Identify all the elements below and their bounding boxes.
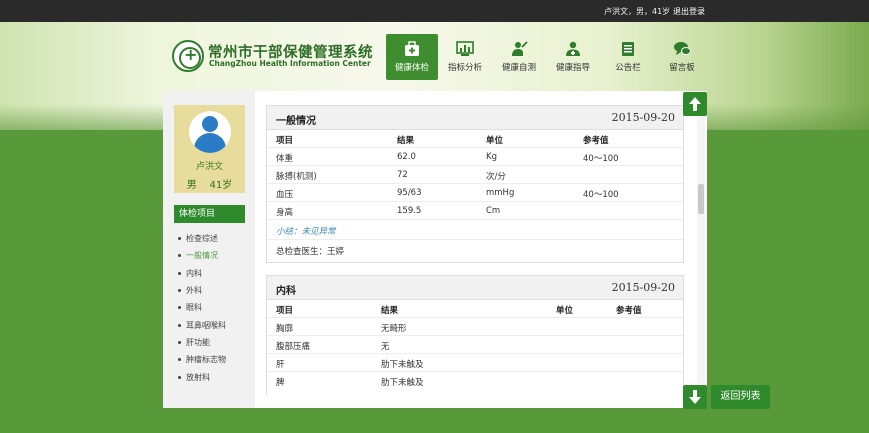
scroll-up-button[interactable] [683,92,707,116]
section-date: 2015-09-20 [611,111,675,124]
nav-label: 健康自测 [501,63,536,73]
sidebar-item-liver-function[interactable]: 肝功能 [178,337,210,348]
arrow-down-icon [689,390,701,404]
doctor-icon [566,41,580,56]
user-icon [202,116,218,132]
scrollbar-thumb[interactable] [698,184,704,214]
scrollbar[interactable] [697,98,705,403]
table-row: 脉搏(机测) 72 次/分 [267,166,683,184]
avatar [189,111,231,153]
section-title: 一般情况 [276,116,316,127]
table-header: 项目 结果 单位 参考值 [267,130,683,148]
table-row: 肝 肋下未触及 [267,354,683,372]
self-test-icon [512,41,528,56]
chart-icon [456,41,474,56]
sidebar-item-general[interactable]: 一般情况 [178,250,218,261]
notice-icon [622,42,634,56]
section-header: 内科 2015-09-20 [267,276,683,300]
table-row: 血压 95/63 mmHg 40～100 [267,184,683,202]
nav-indicator-analysis[interactable]: 指标分析 [439,34,491,80]
nav-label: 公告栏 [615,63,641,73]
user-info: 卢洪文，男，41岁 [604,7,671,16]
table-header: 项目 结果 单位 参考值 [267,300,683,318]
sidebar-item-surgery[interactable]: 外科 [178,285,202,296]
table-row: 身高 159.5 Cm [267,202,683,220]
nav-message-board[interactable]: 留言板 [656,34,708,80]
nav-label: 健康体检 [394,63,429,73]
profile-name: 卢洪文 [195,162,223,172]
sidebar-item-overview[interactable]: 检查综述 [178,233,218,244]
doctor-text: 总检查医生：王婷 [276,247,345,257]
back-to-list-button[interactable]: 返回列表 [711,385,770,409]
nav-label: 指标分析 [447,63,482,73]
sidebar-item-radiology[interactable]: 放射科 [178,372,210,383]
sidebar-item-ophthalmology[interactable]: 眼科 [178,302,202,313]
logo-icon [172,40,204,72]
sidebar-item-internal[interactable]: 内科 [178,268,202,279]
doctor-row: 总检查医生：王婷 [267,240,683,260]
message-icon [674,42,691,55]
section-date: 2015-09-20 [611,281,675,294]
nav-self-test[interactable]: 健康自测 [493,34,545,80]
arrow-up-icon [689,97,701,111]
nav-bulletin[interactable]: 公告栏 [602,34,654,80]
table-row: 体重 62.0 Kg 40～100 [267,148,683,166]
top-bar: 卢洪文，男，41岁 退出登录 [0,0,869,22]
medical-kit-icon [405,41,419,56]
summary-text: 小结：未见异常 [276,227,336,237]
site-subtitle: ChangZhou Health Information Center [209,59,371,68]
section-header: 一般情况 2015-09-20 [267,106,683,130]
sidebar-item-ent[interactable]: 耳鼻咽喉科 [178,320,226,331]
table-row: 腹部压痛 无 [267,336,683,354]
section-title: 内科 [276,286,296,297]
profile-age: 41岁 [209,180,233,191]
logout-link[interactable]: 退出登录 [673,6,705,17]
profile-gender: 男 [186,180,197,191]
table-row: 胸廓 无畸形 [267,318,683,336]
sidebar-item-tumor-markers[interactable]: 肿瘤标志物 [178,354,226,365]
scroll-down-button[interactable] [683,385,707,409]
nav-health-guidance[interactable]: 健康指导 [547,34,599,80]
nav-label: 健康指导 [555,63,590,73]
nav-health-checkup[interactable]: 健康体检 [386,34,438,80]
sidebar-heading: 体检项目 [174,205,245,223]
table-row: 脾 肋下未触及 [276,378,424,388]
user-icon-body [194,133,226,153]
nav-label: 留言板 [669,63,695,73]
internal-section: 内科 2015-09-20 项目 结果 单位 参考值 胸廓 无畸形 腹部压痛 无… [266,275,684,395]
summary-row: 小结：未见异常 [267,220,683,240]
profile-meta: 男 41岁 [174,176,245,191]
general-section: 一般情况 2015-09-20 项目 结果 单位 参考值 体重 62.0 Kg … [266,105,684,263]
